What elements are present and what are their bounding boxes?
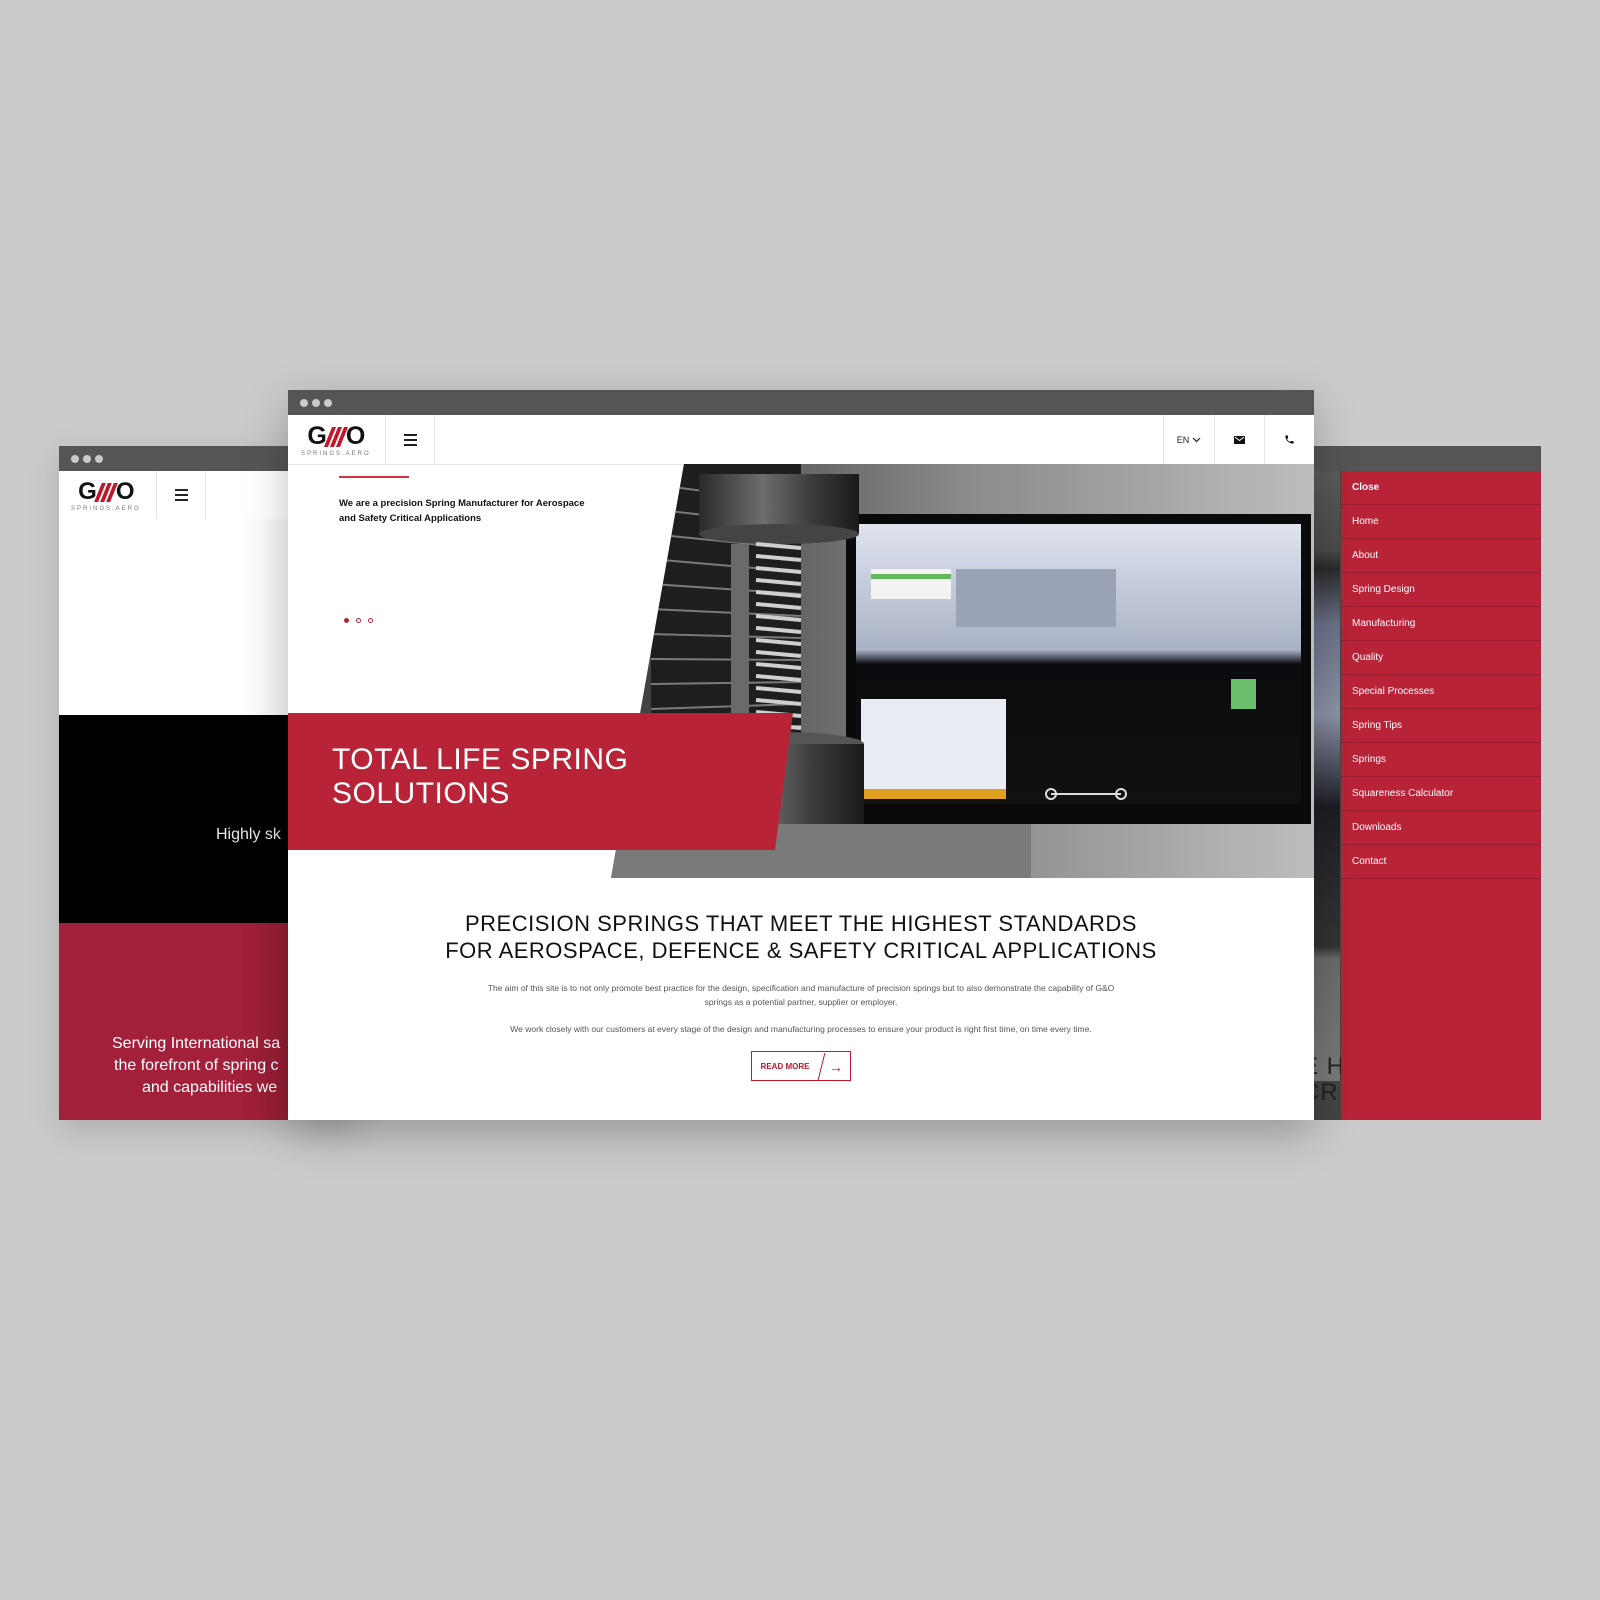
hero-intro-text: We are a precision Spring Manufacturer f… [339,498,585,524]
window-dot[interactable] [95,455,103,463]
phone-icon [1285,435,1294,444]
window-dot[interactable] [83,455,91,463]
window-controls [71,455,103,463]
hero-accent-line [339,476,409,478]
logo-subtitle: SPRINGS.AERO [301,451,371,457]
menu-item-downloads[interactable]: Downloads [1341,811,1541,845]
site-logo[interactable]: GO SPRINGS.AERO [301,422,371,458]
header-actions: EN [1163,415,1314,464]
envelope-icon [1234,435,1245,444]
menu-item-home[interactable]: Home [1341,505,1541,539]
hamburger-icon [403,433,417,446]
browser-titlebar [288,390,1314,415]
menu-item-spring-tips[interactable]: Spring Tips [1341,709,1541,743]
hero-title: TOTAL LIFE SPRING SOLUTIONS [332,743,629,810]
menu-button[interactable] [385,415,435,464]
intro-paragraph-1: The aim of this site is to not only prom… [487,983,1115,1007]
menu-item-quality[interactable]: Quality [1341,641,1541,675]
read-more-button[interactable]: READ MORE → [750,1051,854,1081]
read-more-label: READ MORE [760,1061,810,1071]
menu-button[interactable] [156,471,206,519]
logo-mark: GO [78,478,134,505]
chevron-down-icon [1192,437,1201,442]
window-dot[interactable] [312,399,320,407]
menu-close[interactable]: Close [1341,471,1541,505]
menu-item-springs[interactable]: Springs [1341,743,1541,777]
phone-button[interactable] [1264,415,1314,464]
carousel-indicators [344,618,373,623]
language-selector[interactable]: EN [1163,415,1214,464]
menu-item-about[interactable]: About [1341,539,1541,573]
navigation-drawer: Close Home About Spring Design Manufactu… [1341,471,1541,1120]
carousel-dot-active[interactable] [344,618,349,623]
main-browser-mockup: GO SPRINGS.AERO EN We are a precision Sp… [288,390,1314,1120]
window-dot[interactable] [71,455,79,463]
carousel-dot[interactable] [356,618,361,623]
menu-item-special-processes[interactable]: Special Processes [1341,675,1541,709]
menu-item-contact[interactable]: Contact [1341,845,1541,879]
intro-paragraph-2: We work closely with our customers at ev… [510,1024,1092,1034]
section-heading: PRECISION SPRINGS THAT MEET THE HIGHEST … [445,911,1157,963]
window-dot[interactable] [300,399,308,407]
intro-section: PRECISION SPRINGS THAT MEET THE HIGHEST … [288,910,1314,1081]
site-header: GO SPRINGS.AERO EN [288,415,1314,465]
hero-banner: TOTAL LIFE SPRING SOLUTIONS [288,713,793,850]
menu-item-squareness-calculator[interactable]: Squareness Calculator [1341,777,1541,811]
logo-subtitle: SPRINGS.AERO [71,506,141,512]
window-dot[interactable] [324,399,332,407]
hero-section: We are a precision Spring Manufacturer f… [288,464,1314,878]
window-controls [300,399,332,407]
menu-item-manufacturing[interactable]: Manufacturing [1341,607,1541,641]
email-button[interactable] [1214,415,1264,464]
hamburger-icon [174,489,188,501]
arrow-right-icon: → [818,1052,854,1080]
carousel-dot[interactable] [368,618,373,623]
site-logo[interactable]: GO SPRINGS.AERO [71,478,141,513]
black-section-text: Highly sk [216,826,281,843]
menu-item-spring-design[interactable]: Spring Design [1341,573,1541,607]
logo-mark: GO [307,422,365,450]
